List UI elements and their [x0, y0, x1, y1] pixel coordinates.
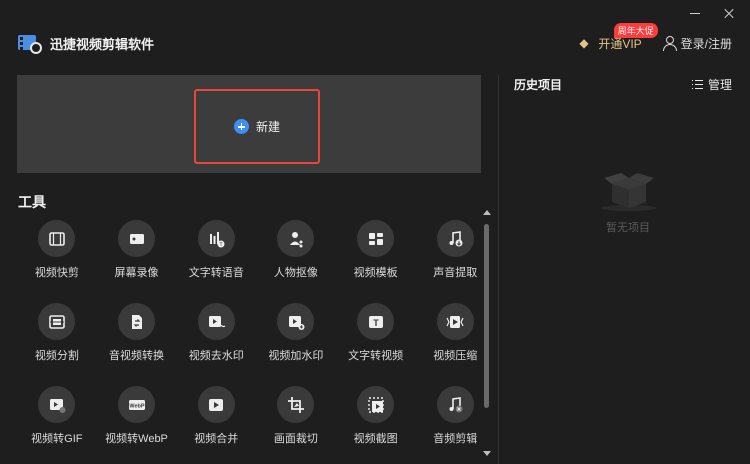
new-project-button[interactable]: 新建 — [194, 89, 320, 164]
tool-item[interactable]: 视频快剪 — [17, 220, 97, 280]
tool-label: 人物抠像 — [273, 267, 318, 279]
merge-icon — [197, 386, 235, 423]
minimize-icon[interactable] — [688, 6, 702, 20]
tool-item[interactable]: 视频截图 — [336, 386, 416, 446]
tool-label: 屏幕录像 — [114, 267, 159, 279]
audio-edit-icon — [436, 386, 474, 423]
new-project-label: 新建 — [255, 120, 280, 134]
tools-scrollbar[interactable] — [483, 210, 491, 456]
window-controls — [688, 6, 736, 20]
screen-record-icon — [118, 220, 156, 257]
tool-label: 画面裁切 — [273, 433, 318, 445]
tool-label: 视频快剪 — [34, 267, 79, 279]
app-title: 迅捷视频剪辑软件 — [50, 36, 155, 52]
empty-box-icon — [601, 173, 657, 211]
tool-label: 文字转视频 — [348, 350, 404, 362]
scroll-down-icon[interactable] — [483, 451, 491, 456]
manage-label: 管理 — [707, 78, 732, 92]
tools-title: 工具 — [18, 194, 46, 210]
split-icon — [38, 303, 76, 340]
scroll-thumb[interactable] — [484, 224, 489, 408]
scroll-up-icon[interactable] — [483, 210, 491, 215]
tool-item[interactable]: 视频去水印 — [176, 303, 256, 363]
tool-item[interactable]: 视频模板 — [336, 220, 416, 280]
tools-grid: 视频快剪 屏幕录像 T 文字转语音 人物抠像 视频模板 声音提取视频分割 音视频转换 视频去水印… — [17, 220, 479, 446]
tool-item[interactable]: 人物抠像 — [256, 220, 336, 280]
tool-label: 视频加水印 — [268, 350, 324, 362]
tool-label: 视频转GIF — [31, 433, 83, 445]
person-cutout-icon — [277, 220, 315, 257]
webp-icon: WebP — [118, 386, 156, 423]
audio-extract-icon — [436, 220, 474, 257]
diamond-icon: ◆ — [579, 36, 589, 50]
tool-item[interactable]: T 文字转语音 — [176, 220, 256, 280]
text-to-video-icon: T — [357, 303, 395, 340]
film-icon — [38, 220, 76, 257]
tool-item[interactable]: 画面裁切 — [256, 386, 336, 446]
add-watermark-icon — [277, 303, 315, 340]
empty-history-text: 暂无项目 — [606, 222, 650, 234]
tool-label: 视频转WebP — [105, 433, 168, 445]
manage-button[interactable]: 管理 — [691, 76, 732, 93]
tool-item[interactable]: T 文字转视频 — [336, 303, 416, 363]
text-to-speech-icon: T — [197, 220, 235, 257]
tool-item[interactable]: 视频合并 — [176, 386, 256, 446]
promo-badge: 周年大促 — [613, 22, 658, 38]
tool-label: 音视频转换 — [109, 350, 165, 362]
tool-label: 视频模板 — [353, 267, 398, 279]
gif-icon — [38, 386, 76, 423]
compress-icon — [436, 303, 474, 340]
screenshot-icon — [357, 386, 395, 423]
panel-divider — [498, 75, 499, 464]
crop-icon — [277, 386, 315, 423]
tool-item[interactable]: WebP 视频转WebP — [97, 386, 177, 446]
history-title: 历史项目 — [514, 78, 563, 92]
svg-text:WebP: WebP — [129, 403, 145, 409]
user-icon — [662, 36, 677, 51]
convert-icon — [118, 303, 156, 340]
tool-label: 音频剪辑 — [433, 433, 478, 445]
tool-label: 文字转语音 — [188, 267, 244, 279]
tool-item[interactable]: 音视频转换 — [97, 303, 177, 363]
new-project-area: 新建 — [17, 75, 481, 173]
app-logo-icon — [18, 32, 42, 54]
vip-button[interactable]: ◆ 开通VIP 周年大促 — [579, 22, 658, 52]
svg-text:T: T — [373, 318, 379, 328]
tool-item[interactable]: 视频转GIF — [17, 386, 97, 446]
plus-icon — [233, 119, 249, 134]
tool-item[interactable]: 视频分割 — [17, 303, 97, 363]
remove-watermark-icon — [197, 303, 235, 340]
tool-label: 视频分割 — [34, 350, 79, 362]
tool-label: 视频截图 — [353, 433, 398, 445]
tool-item[interactable]: 屏幕录像 — [97, 220, 177, 280]
template-icon — [357, 220, 395, 257]
tool-label: 视频去水印 — [188, 350, 244, 362]
tool-label: 声音提取 — [433, 267, 478, 279]
close-icon[interactable] — [722, 6, 736, 20]
login-label: 登录/注册 — [680, 36, 732, 51]
tool-label: 视频合并 — [194, 433, 239, 445]
login-button[interactable]: 登录/注册 — [662, 35, 732, 52]
header: 迅捷视频剪辑软件 ◆ 开通VIP 周年大促 登录/注册 — [18, 22, 732, 56]
svg-text:T: T — [220, 242, 223, 248]
list-icon — [691, 79, 703, 90]
tool-label: 视频压缩 — [433, 350, 478, 362]
tool-item[interactable]: 视频加水印 — [256, 303, 336, 363]
header-actions: ◆ 开通VIP 周年大促 登录/注册 — [579, 22, 732, 52]
